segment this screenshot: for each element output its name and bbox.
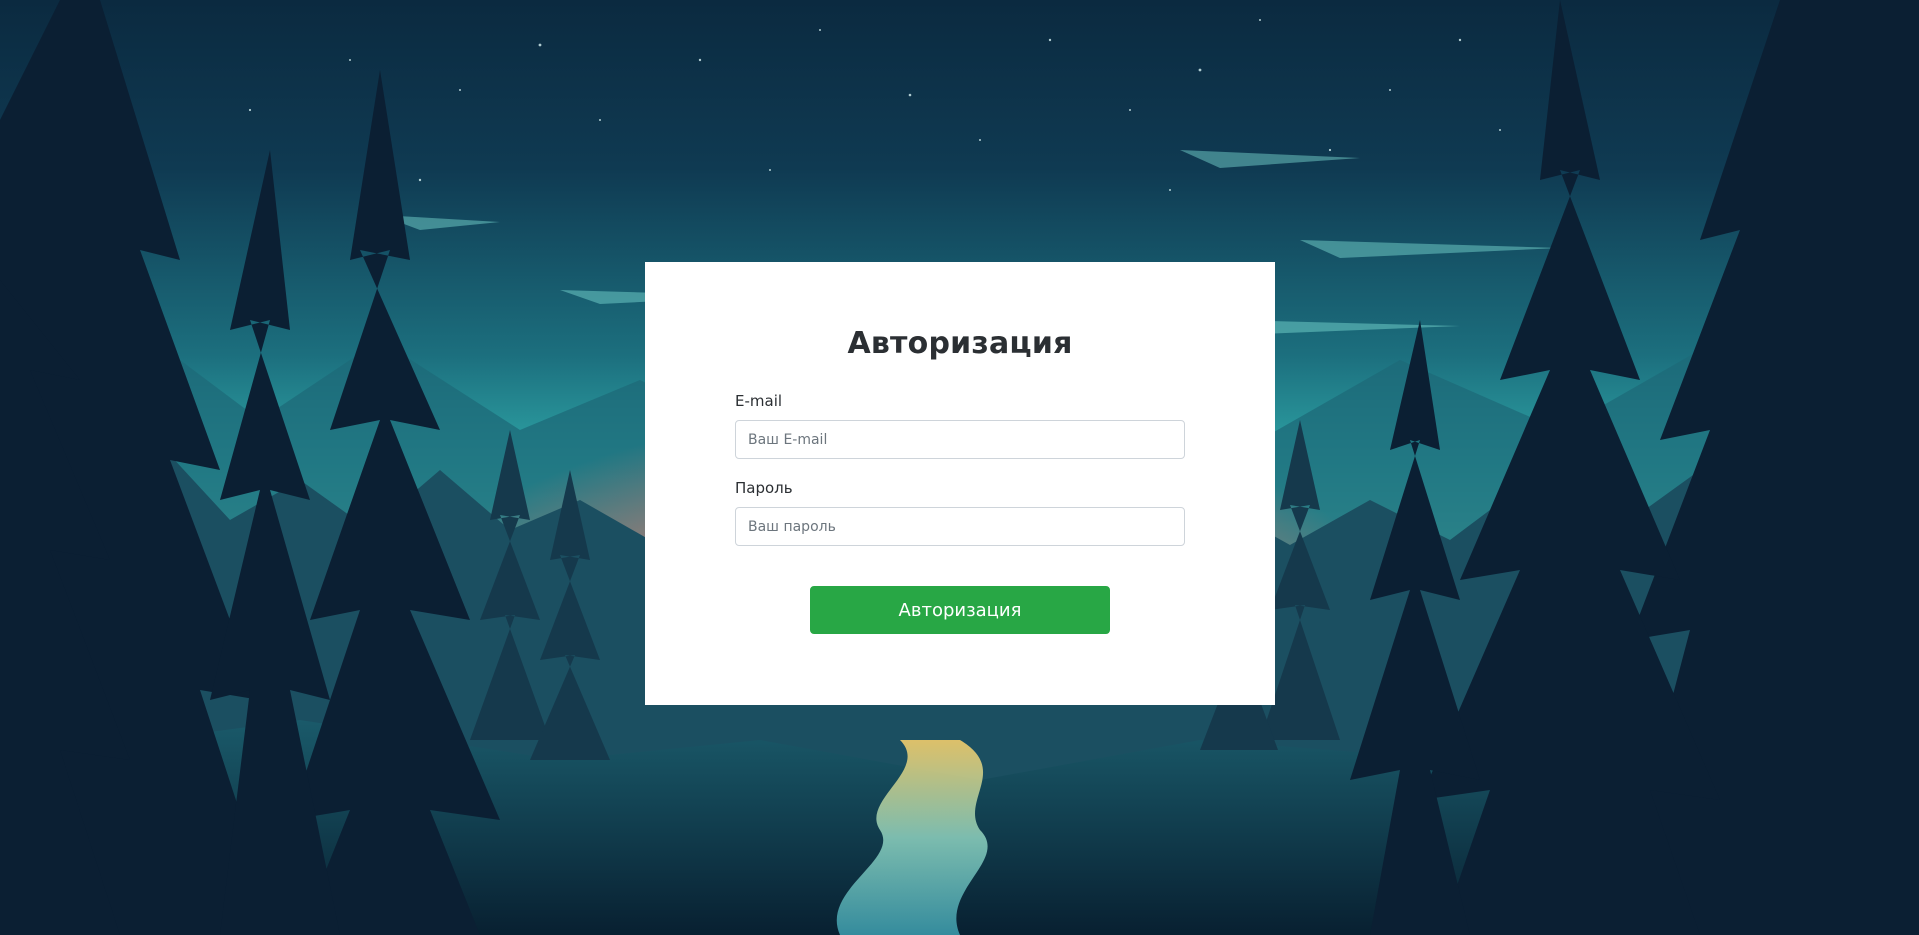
email-form-group: E-mail [735, 392, 1185, 459]
login-submit-button[interactable]: Авторизация [810, 586, 1110, 634]
password-field[interactable] [735, 507, 1185, 546]
login-card: Авторизация E-mail Пароль Авторизация [645, 262, 1275, 705]
password-label: Пароль [735, 479, 793, 497]
email-label: E-mail [735, 392, 783, 410]
email-field[interactable] [735, 420, 1185, 459]
login-title: Авторизация [847, 326, 1073, 361]
password-form-group: Пароль [735, 479, 1185, 546]
